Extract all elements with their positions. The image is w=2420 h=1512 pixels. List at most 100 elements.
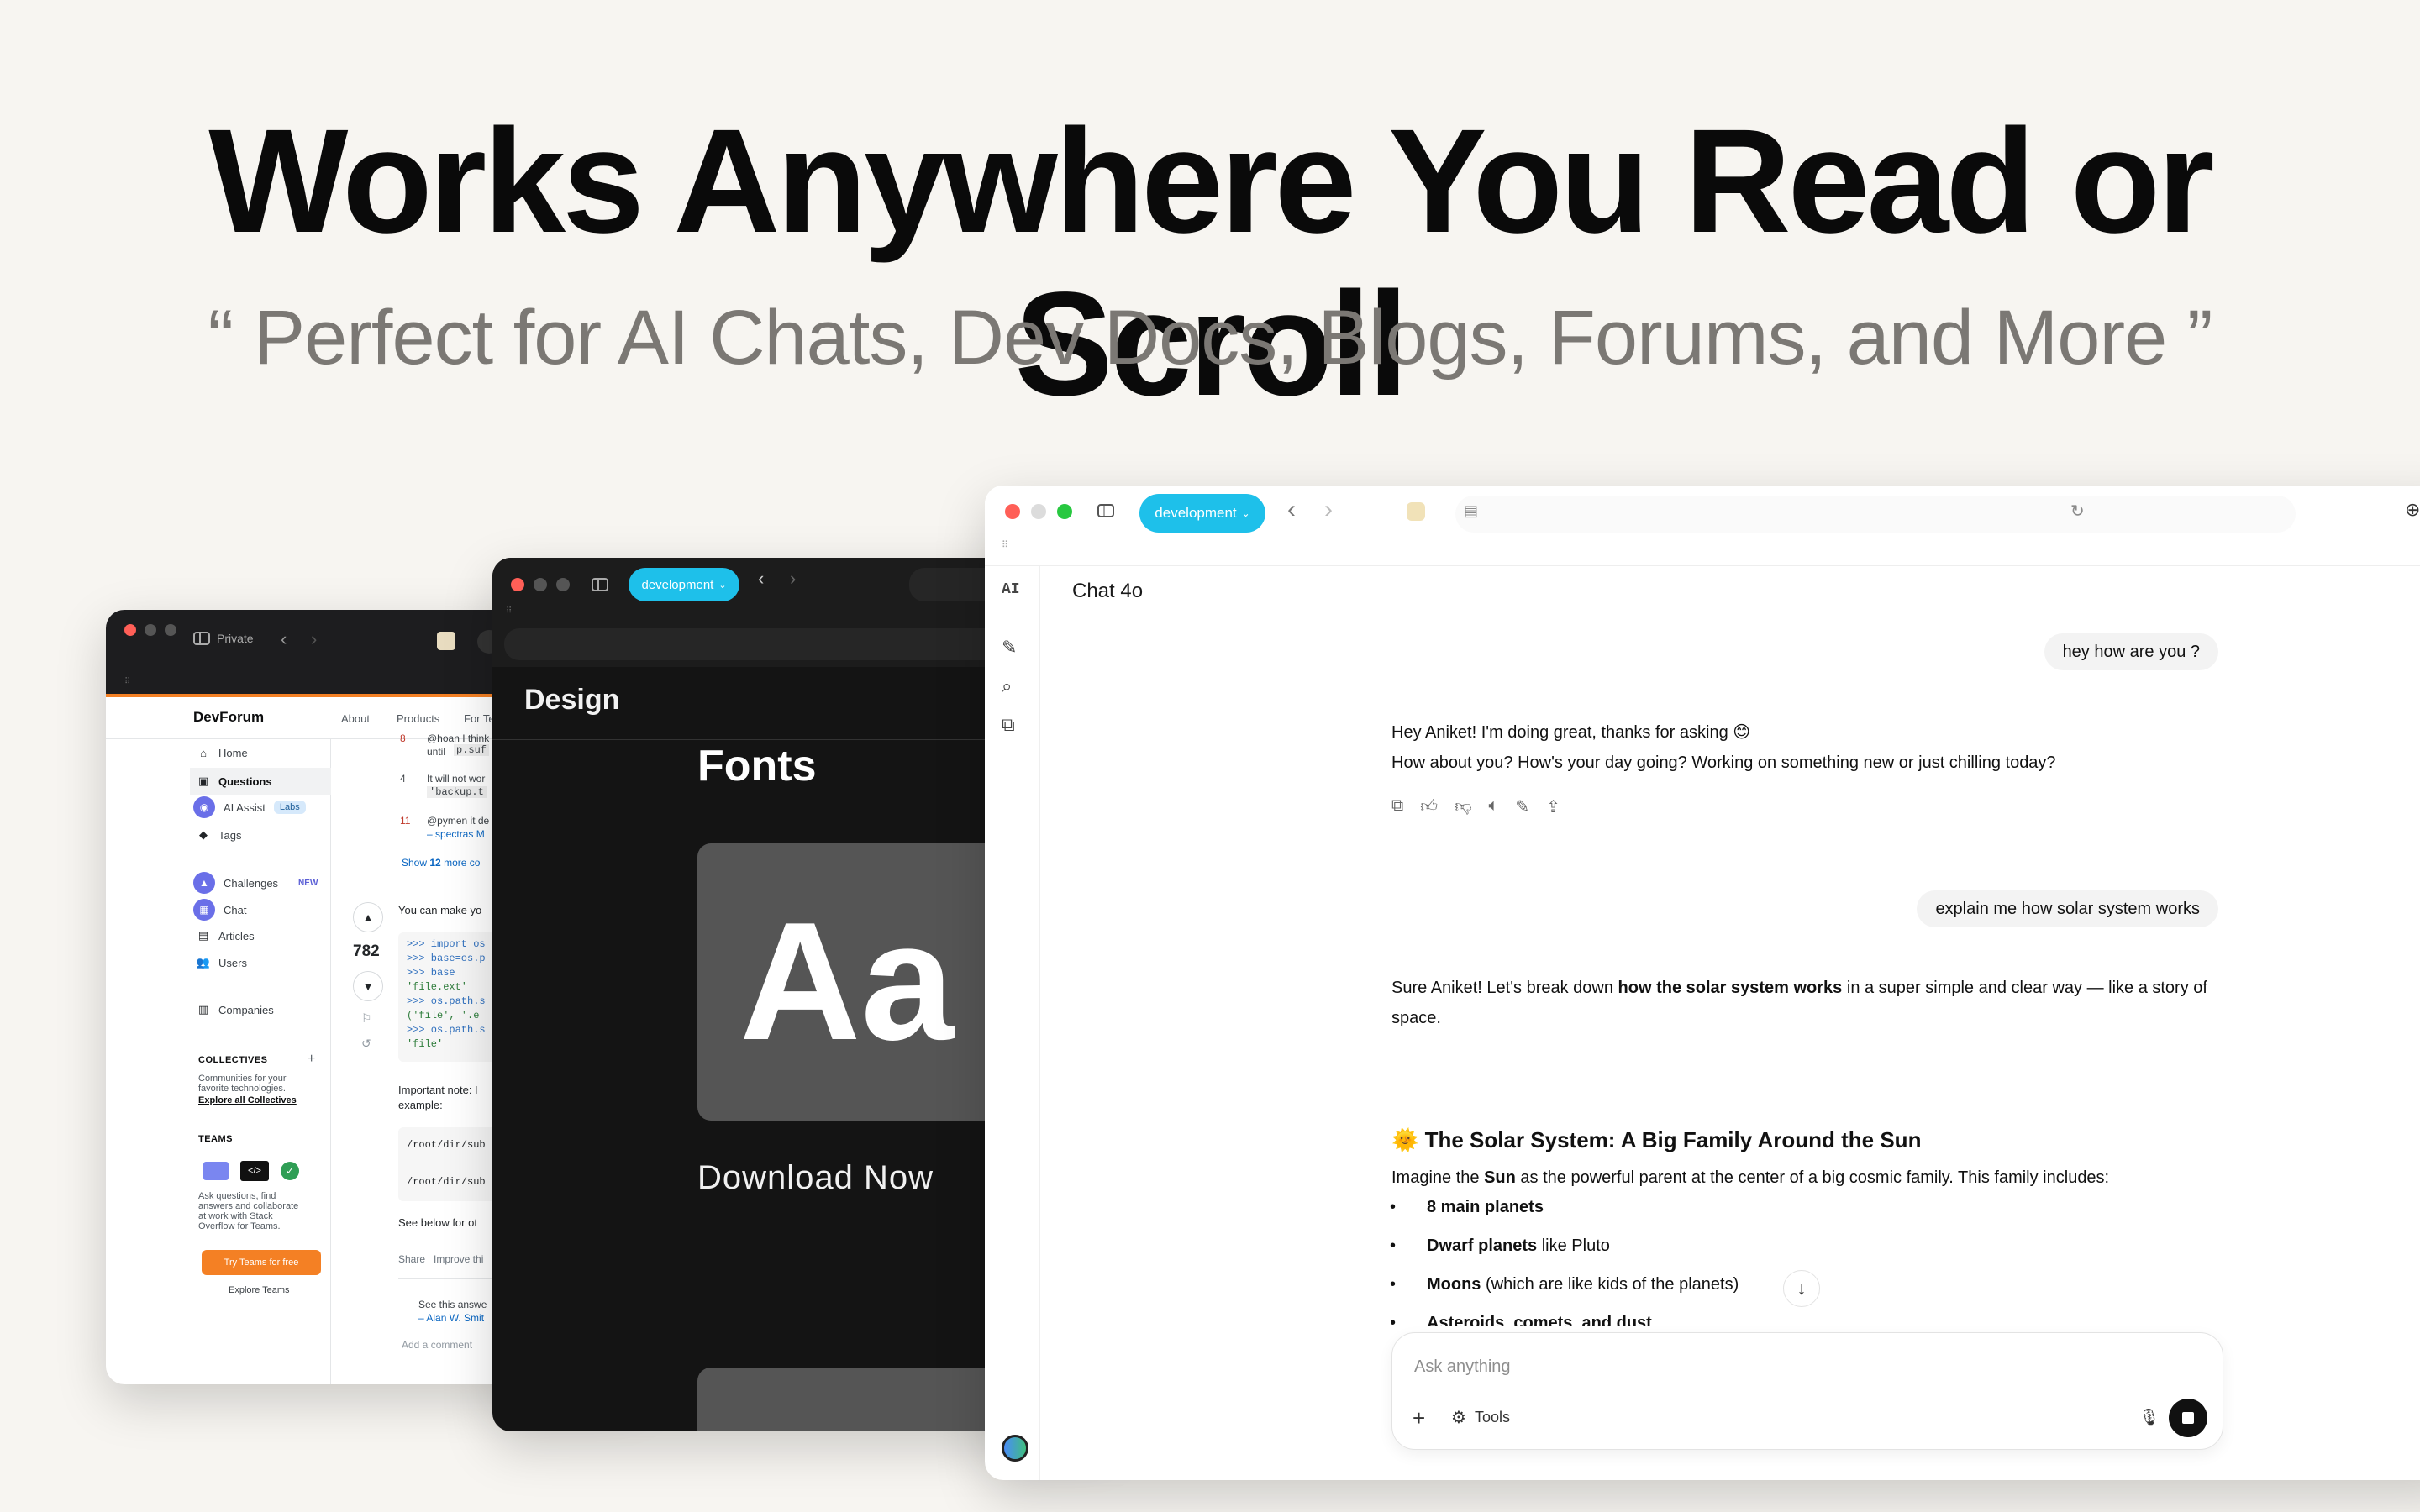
minimize-button[interactable] <box>534 578 547 591</box>
section-title: Fonts <box>697 742 817 790</box>
minimize-button[interactable] <box>1031 504 1046 519</box>
forward-icon[interactable]: › <box>311 628 317 650</box>
close-button[interactable] <box>1005 504 1020 519</box>
tools-button[interactable]: ⚙ Tools <box>1451 1407 1510 1428</box>
inline-code: 'backup.t <box>427 786 487 798</box>
page-title: Design <box>524 684 620 716</box>
download-icon[interactable]: ⊕ <box>2405 499 2420 521</box>
nav-about[interactable]: About <box>341 712 370 725</box>
microphone-icon[interactable]: 🎙︎ <box>2139 1407 2160 1428</box>
read-aloud-icon[interactable]: 🔈︎ <box>1489 796 1499 817</box>
new-chat-icon[interactable]: ✎ <box>1002 637 1017 659</box>
maximize-button[interactable] <box>165 624 176 636</box>
window-controls <box>511 578 570 591</box>
share-icon[interactable]: ⇪ <box>1546 796 1560 817</box>
show-more-comments-link[interactable]: Show 12 more co <box>402 857 480 869</box>
comment-text: until <box>427 746 446 758</box>
sidebar-item-chat[interactable]: ▦ Chat <box>193 899 246 921</box>
share-link[interactable]: Share <box>398 1253 425 1265</box>
reader-icon[interactable]: ▤ <box>1464 502 1478 520</box>
address-bar[interactable] <box>1455 496 2296 533</box>
minimize-button[interactable] <box>145 624 156 636</box>
users-icon: 👥 <box>196 956 211 969</box>
sidebar-toggle-icon <box>193 632 210 645</box>
close-button[interactable] <box>511 578 524 591</box>
comment-text: @pymen it de <box>427 815 490 827</box>
improve-link[interactable]: Improve thi <box>434 1253 483 1265</box>
download-link[interactable]: Download Now <box>697 1159 934 1197</box>
forward-icon[interactable]: › <box>790 568 796 590</box>
thumbs-down-icon[interactable]: 👎︎ <box>1455 796 1471 817</box>
sliders-icon: ⚙ <box>1451 1409 1466 1427</box>
list-item: 8 main planets <box>1390 1198 1544 1217</box>
add-comment-link[interactable]: Add a comment <box>402 1339 472 1351</box>
private-tab[interactable]: Private <box>193 632 254 645</box>
try-teams-button[interactable]: Try Teams for free <box>202 1250 321 1275</box>
downvote-button[interactable]: ▼ <box>353 971 383 1001</box>
history-icon[interactable]: ↺ <box>361 1037 371 1051</box>
branch-selector[interactable]: development ⌄ <box>629 568 739 601</box>
list-item: Dwarf planets like Pluto <box>1390 1236 1610 1256</box>
edit-icon[interactable]: ✎ <box>1516 796 1530 817</box>
sidebar-item-articles[interactable]: ▤ Articles <box>197 929 255 942</box>
sidebar-item-challenges[interactable]: ▲ Challenges NEW <box>193 872 318 894</box>
sidebar-item-questions[interactable]: ▣ Questions <box>190 768 331 795</box>
sidebar-item-ai-assist[interactable]: ◉ AI Assist Labs <box>193 796 306 818</box>
private-tab-label: Private <box>217 632 254 645</box>
sidebar-toggle-icon[interactable] <box>1097 504 1114 517</box>
grip-icon: ⠿ <box>1002 540 1009 550</box>
user-message: explain me how solar system works <box>1917 890 2218 927</box>
close-button[interactable] <box>124 624 136 636</box>
avatar[interactable] <box>1002 1435 1028 1462</box>
answer-text: You can make yo <box>398 904 482 916</box>
nav-for-teams[interactable]: For Te <box>464 712 495 725</box>
nav-products[interactable]: Products <box>397 712 439 725</box>
add-collective-icon[interactable]: + <box>308 1052 315 1067</box>
comment-score: 4 <box>400 773 406 785</box>
back-icon[interactable]: ‹ <box>1287 496 1296 524</box>
copy-icon[interactable]: ⧉ <box>1392 796 1403 817</box>
maximize-button[interactable] <box>1057 504 1072 519</box>
branch-selector[interactable]: development ⌄ <box>1139 494 1265 533</box>
sidebar-item-companies[interactable]: ▥ Companies <box>197 1003 274 1016</box>
back-icon[interactable]: ‹ <box>281 628 287 650</box>
explore-collectives-link[interactable]: Explore all Collectives <box>198 1095 297 1105</box>
stop-button[interactable] <box>2169 1399 2207 1437</box>
chat-window: development ⌄ ‹ › ▤ ↻ ⊕ ⠿ AI ✎ ⌕ ⧉ Chat … <box>985 486 2420 1480</box>
comment-author[interactable]: – spectras M <box>427 828 485 840</box>
explore-teams-link[interactable]: Explore Teams <box>229 1285 355 1296</box>
add-attachment-icon[interactable]: + <box>1413 1405 1425 1431</box>
upvote-button[interactable]: ▲ <box>353 902 383 932</box>
search-icon[interactable]: ⌕ <box>1002 675 1012 697</box>
grip-icon: ⠿ <box>124 677 131 686</box>
app-logo[interactable]: AI <box>1002 581 1020 598</box>
teams-heading: TEAMS <box>198 1134 233 1144</box>
message-actions: ⧉ 👍︎ 👎︎ 🔈︎ ✎ ⇪ <box>1392 796 1560 817</box>
list-item: Asteroids, comets, and dust <box>1392 1314 1652 1326</box>
chat-title[interactable]: Chat 4o <box>1072 580 1143 603</box>
extension-icon[interactable] <box>437 632 455 650</box>
back-icon[interactable]: ‹ <box>758 568 764 590</box>
maximize-button[interactable] <box>556 578 570 591</box>
sidebar-toggle-icon[interactable] <box>592 578 608 591</box>
extension-icon[interactable] <box>1407 502 1425 521</box>
comment-author[interactable]: – Alan W. Smit <box>418 1312 484 1324</box>
reload-icon[interactable]: ↻ <box>2070 501 2085 522</box>
chat-input[interactable] <box>1414 1352 2086 1382</box>
thumbs-up-icon[interactable]: 👍︎ <box>1420 796 1438 817</box>
forward-icon[interactable]: › <box>1324 496 1333 524</box>
site-logo[interactable]: DevForum <box>193 709 264 726</box>
tag-icon: ◆ <box>199 828 208 841</box>
vote-count: 782 <box>353 942 380 960</box>
user-message: hey how are you ? <box>2044 633 2218 670</box>
hero-subtitle: “ Perfect for AI Chats, Dev Docs, Blogs,… <box>208 295 2213 381</box>
assistant-message: Hey Aniket! I'm doing great, thanks for … <box>1392 723 2056 772</box>
sidebar-item-tags[interactable]: ◆ Tags <box>197 828 241 842</box>
library-icon[interactable]: ⧉ <box>1002 714 1015 736</box>
note-text: example: <box>398 1099 443 1111</box>
section-heading: 🌞 The Solar System: A Big Family Around … <box>1392 1127 1922 1152</box>
scroll-to-bottom-button[interactable]: ↓ <box>1783 1270 1820 1307</box>
sidebar-item-users[interactable]: 👥 Users <box>197 956 247 969</box>
sidebar-item-home[interactable]: ⌂ Home <box>197 746 248 759</box>
bookmark-icon[interactable]: ⚐ <box>361 1011 372 1026</box>
